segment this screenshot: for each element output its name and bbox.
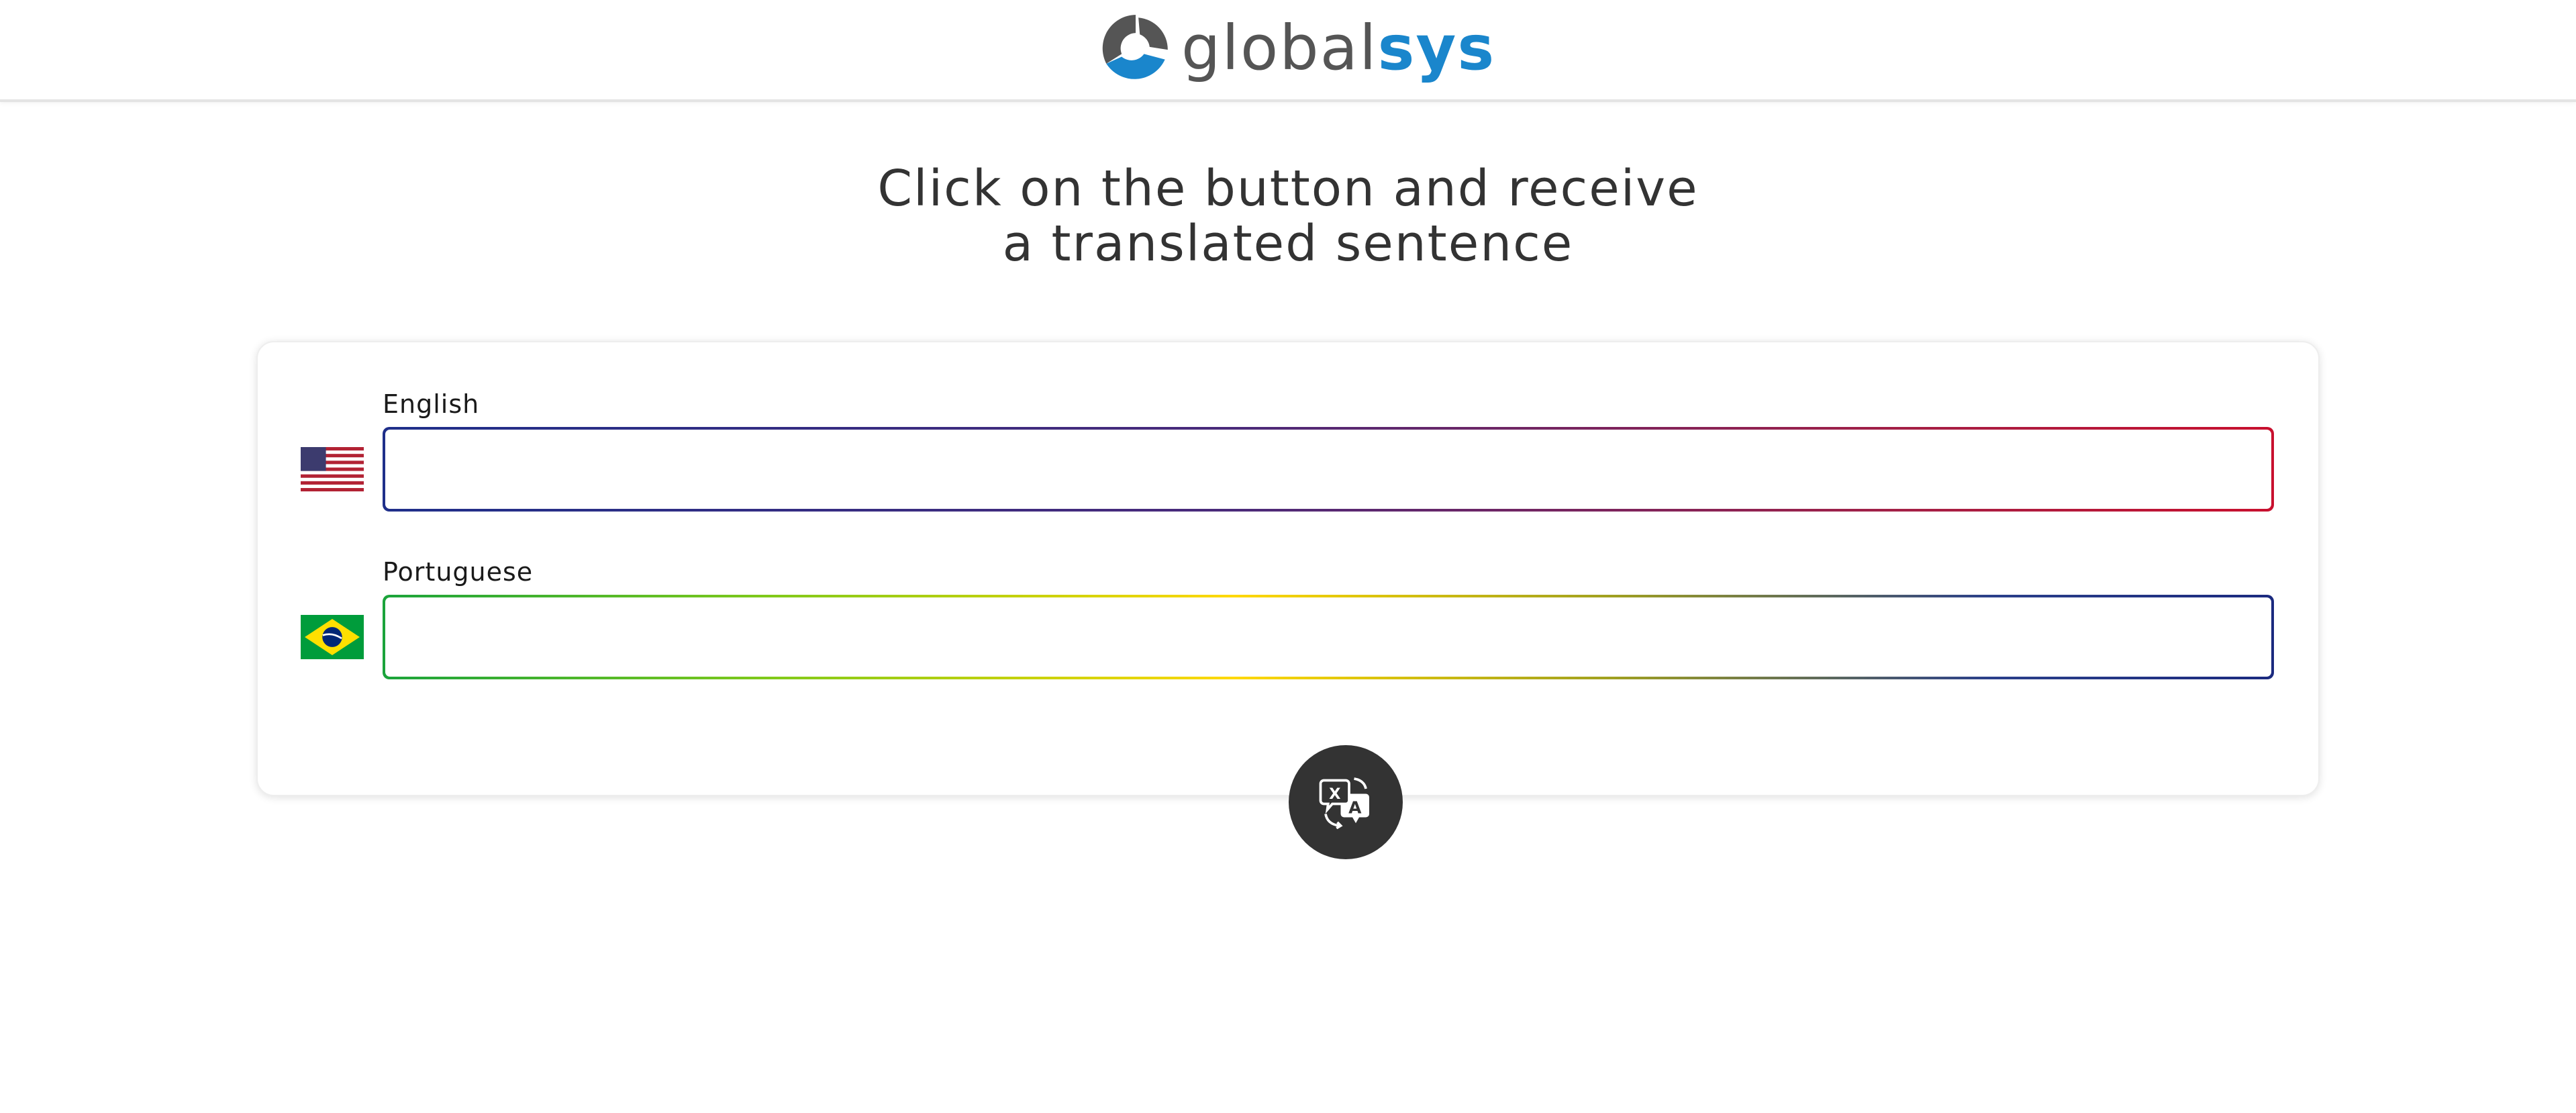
portuguese-field-border xyxy=(383,595,2274,679)
english-field-border xyxy=(383,427,2274,512)
page-title-line2: a translated sentence xyxy=(1002,215,1574,273)
header: globalsys xyxy=(0,0,2576,102)
page-title-line1: Click on the button and receive xyxy=(877,160,1699,217)
globalsys-logo-icon xyxy=(1102,15,1169,82)
translation-card xyxy=(256,341,2320,796)
translate-button[interactable]: A X xyxy=(1289,745,1403,859)
logo-text-sys: sys xyxy=(1377,12,1496,84)
translate-icon: A X xyxy=(1319,777,1369,829)
brazil-flag-icon xyxy=(301,615,364,659)
svg-text:X: X xyxy=(1329,785,1340,803)
us-flag-icon xyxy=(301,447,364,491)
english-label: English xyxy=(383,389,480,419)
logo-text: globalsys xyxy=(1181,17,1495,79)
portuguese-label: Portuguese xyxy=(383,557,534,587)
english-input[interactable] xyxy=(385,430,2271,509)
page-title: Click on the button and receive a transl… xyxy=(0,161,2576,271)
portuguese-input[interactable] xyxy=(385,597,2271,677)
svg-text:A: A xyxy=(1348,797,1362,817)
logo[interactable]: globalsys xyxy=(1101,12,1495,85)
logo-text-global: global xyxy=(1181,12,1378,84)
